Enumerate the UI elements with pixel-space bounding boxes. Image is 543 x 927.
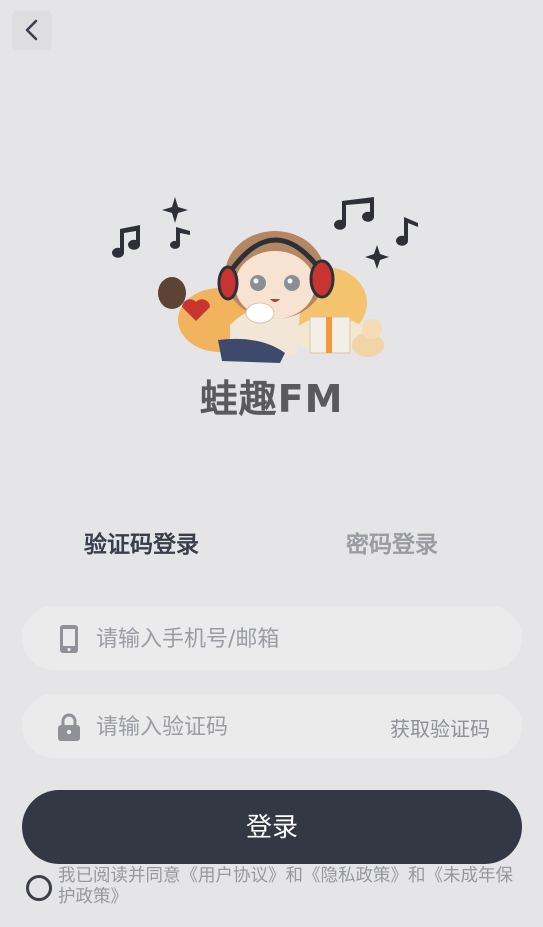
- sparkle-icon: [162, 197, 188, 223]
- get-code-button[interactable]: 获取验证码: [390, 713, 490, 742]
- phone-input[interactable]: [94, 606, 388, 672]
- code-field: 获取验证码: [22, 694, 522, 760]
- sparkle-icon: [365, 245, 389, 269]
- music-note-icon: [112, 225, 140, 258]
- chevron-left-icon: [25, 19, 38, 41]
- login-button[interactable]: 登录: [22, 790, 522, 864]
- verification-code-input[interactable]: [94, 694, 388, 760]
- agreement-radio[interactable]: [26, 875, 52, 901]
- brand-name: 蛙趣FM: [199, 377, 344, 421]
- phone-icon: [60, 625, 78, 653]
- agreement-text: 我已阅读并同意《用户协议》和《隐私政策》和《未成年保护政策》: [58, 866, 513, 907]
- mascot-illustration: [112, 197, 418, 363]
- login-tabs: 验证码登录 密码登录: [0, 525, 543, 565]
- tab-code-login[interactable]: 验证码登录: [84, 525, 199, 559]
- phone-field: [22, 606, 522, 672]
- back-button[interactable]: [12, 10, 52, 50]
- music-note-icon: [334, 197, 374, 230]
- lock-icon: [58, 713, 80, 741]
- music-note-icon: [396, 217, 418, 246]
- music-note-icon: [170, 227, 190, 249]
- tab-password-login[interactable]: 密码登录: [346, 525, 438, 559]
